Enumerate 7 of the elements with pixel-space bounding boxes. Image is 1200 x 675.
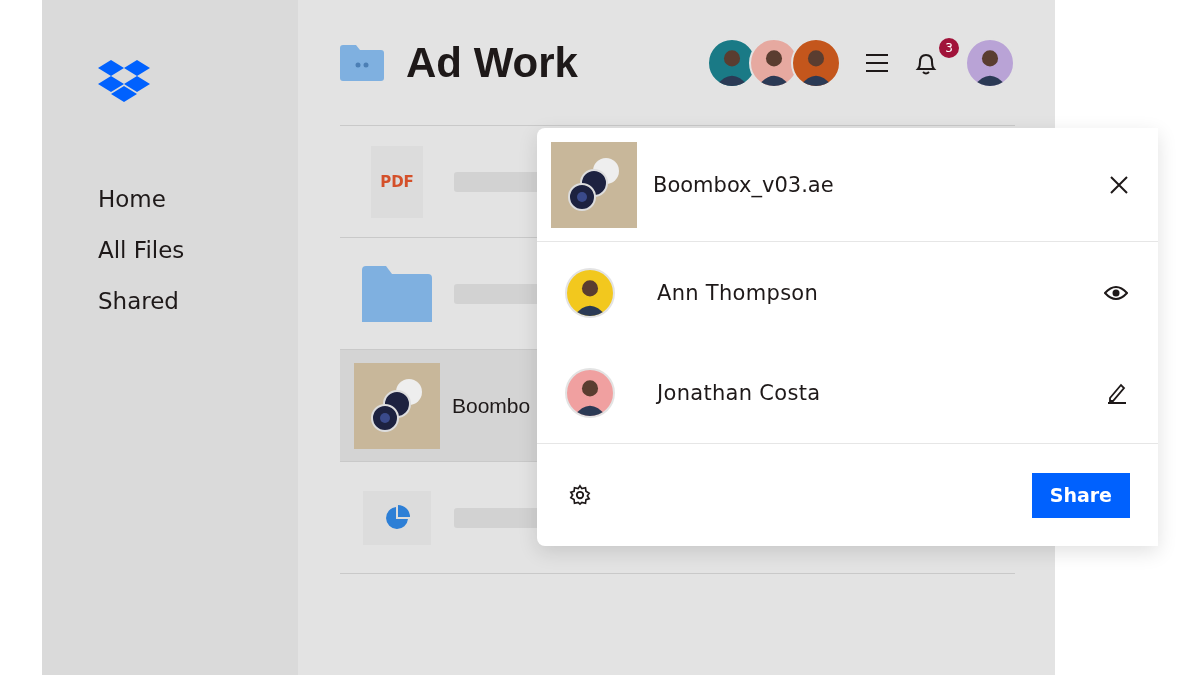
member-name: Jonathan Costa bbox=[657, 381, 822, 406]
pdf-icon: PDF bbox=[371, 145, 423, 218]
file-name: Boombox_v03.ae bbox=[653, 172, 835, 197]
file-name: Boombo bbox=[452, 393, 531, 418]
folder-title: Ad Work bbox=[406, 38, 578, 87]
notification-badge: 3 bbox=[937, 35, 961, 60]
member-name: Ann Thompson bbox=[657, 280, 820, 305]
